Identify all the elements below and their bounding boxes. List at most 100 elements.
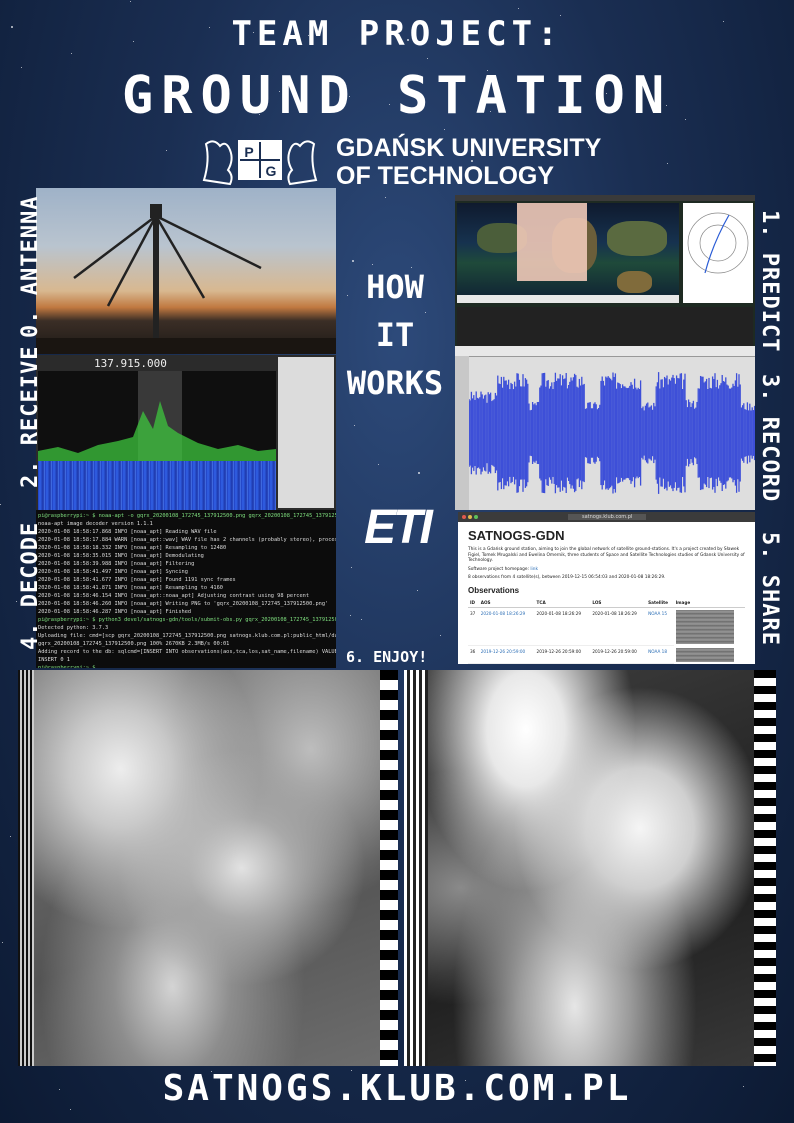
step-antenna-label: 0. ANTENNA <box>18 195 43 338</box>
star <box>385 197 386 198</box>
terminal-line: 2020-01-08 18:58:35.015 INFO [noaa_apt] … <box>38 553 204 559</box>
browser-address-bar[interactable]: satnogs.klub.com.pl <box>568 514 647 520</box>
terminal-line: 2020-01-08 18:58:41.497 INFO [noaa_apt] … <box>38 569 188 575</box>
page-title: GROUND STATION <box>121 66 673 126</box>
terminal-line: 2020-01-08 18:58:17.884 WARN [noaa_apt::… <box>38 537 336 543</box>
terminal-line: 2020-01-08 18:58:41.677 INFO [noaa_apt] … <box>38 577 236 583</box>
star <box>518 8 519 9</box>
terminal-line: pi@raspberrypi:~ $ <box>38 665 96 668</box>
logo-letter-g: G <box>266 163 277 179</box>
receive-frequency: 137.915.000 <box>94 357 167 370</box>
terminal-line: 2020-01-08 18:58:46.154 INFO [noaa_apt::… <box>38 593 310 599</box>
homepage-link[interactable]: link <box>530 567 538 572</box>
observations-heading: Observations <box>468 585 520 595</box>
terminal-line: gqrx_20200108_172745_137912500.png 100% … <box>38 641 230 647</box>
observation-cell: 2020-01-08 18:26:29 <box>534 607 591 646</box>
site-title: SATNOGS-GDN <box>468 528 565 543</box>
terminal-line: Detected python: 3.7.3 <box>38 625 109 631</box>
terminal-line: 2020-01-08 18:58:17.868 INFO [noaa_apt] … <box>38 529 217 535</box>
terminal-line: 2020-01-08 18:58:18.332 INFO [noaa_apt] … <box>38 545 227 551</box>
terminal-line: Uploading file: cmd=[scp gqrx_20200108_1… <box>38 633 336 639</box>
star <box>372 264 373 265</box>
star <box>130 1 131 2</box>
page-subtitle: TEAM PROJECT: <box>231 14 563 54</box>
university-name-line2: OF TECHNOLOGY <box>336 162 555 190</box>
step-enjoy-label: 6. ENJOY! <box>346 648 428 666</box>
observation-cell: 2019-12-26 20:59:00 <box>534 645 591 664</box>
star <box>166 150 167 151</box>
homepage-label: Software project homepage: <box>468 566 529 572</box>
how-it-works-line2: IT <box>375 316 415 354</box>
star <box>354 425 355 426</box>
satellite-image-raw <box>18 670 398 1066</box>
observation-cell: NOAA 18 <box>646 645 674 664</box>
star <box>427 58 428 59</box>
star <box>378 464 379 465</box>
star <box>361 619 362 620</box>
observation-thumbnail[interactable] <box>674 646 745 664</box>
record-screenshot <box>455 346 755 510</box>
step-receive-label: 2. RECEIVE <box>18 345 43 488</box>
logo-letter-p: P <box>244 144 253 160</box>
star <box>10 836 11 837</box>
star <box>2 942 3 943</box>
terminal-line: 2020-01-08 18:58:46.260 INFO [noaa_apt] … <box>38 601 329 607</box>
star <box>425 312 426 313</box>
homepage-line: Software project homepage: link <box>468 567 745 572</box>
predict-screenshot <box>455 195 755 355</box>
observations-column-header: LOS <box>590 597 647 608</box>
receive-screenshot: 137.915.000 <box>36 355 336 510</box>
university-name-line1: GDAŃSK UNIVERSITY <box>336 134 602 162</box>
observations-column-header: TCA <box>534 597 591 608</box>
star <box>352 260 354 262</box>
observation-cell: 36 <box>468 645 479 664</box>
observations-column-header: Image <box>673 597 745 608</box>
observation-cell: NOAA 15 <box>646 607 674 646</box>
star <box>351 567 352 568</box>
step-share-label: 5. SHARE <box>757 532 782 646</box>
terminal-output: pi@raspberrypi:~ $ noaa-apt -o gqrx_2020… <box>36 510 336 668</box>
observation-cell: 37 <box>468 607 479 646</box>
terminal-line: INSERT 0 1 <box>38 657 70 663</box>
how-it-works-line3: WORKS <box>346 364 444 402</box>
terminal-line: Adding record to the db: sqlcmd=[INSERT … <box>38 649 336 655</box>
step-record-label: 3. RECORD <box>757 374 782 503</box>
site-intro: This is a Gdańsk ground station, aiming … <box>468 547 745 563</box>
observation-cell: 2020-01-08 18:26:29 <box>590 607 647 646</box>
footer-url[interactable]: SATNOGS.KLUB.COM.PL <box>0 1068 794 1109</box>
star <box>440 635 441 636</box>
star <box>444 129 445 130</box>
observations-table: ID AOS TCA LOS Satellite Image 37 2020-01-08 1… <box>468 597 745 664</box>
observation-row[interactable]: 37 2020-01-08 18:26:29 2020-01-08 18:26:29… <box>468 607 745 646</box>
star <box>70 1109 71 1110</box>
star <box>16 601 17 602</box>
decode-terminal: pi@raspberrypi:~ $ noaa-apt -o gqrx_2020… <box>36 510 336 668</box>
eti-logo: ETI <box>364 501 433 554</box>
how-it-works-line1: HOW <box>366 268 424 306</box>
university-name: GDAŃSK UNIVERSITY OF TECHNOLOGY <box>336 134 601 190</box>
step-predict-label: 1. PREDICT <box>757 210 782 353</box>
observation-cell: 2019-12-26 20:59:00 <box>590 645 647 664</box>
star <box>350 615 351 616</box>
terminal-line: noaa-apt image decoder version 1.1.1 <box>38 521 153 527</box>
observation-row[interactable]: 36 2019-12-26 20:59:00 2019-12-26 20:59:00… <box>468 645 745 664</box>
step-decode-label: 4. DECODE <box>18 521 43 650</box>
star <box>0 504 1 505</box>
star <box>417 590 418 591</box>
observation-cell[interactable]: 2019-12-26 20:59:00 <box>478 645 535 664</box>
observation-count: 8 observations from 4 satellite(s), betw… <box>468 574 666 580</box>
terminal-line: 2020-01-08 18:58:39.988 INFO [noaa_apt] … <box>38 561 195 567</box>
observations-column-header: Satellite <box>646 597 674 608</box>
terminal-line: 2020-01-08 18:58:46.287 INFO [noaa_apt] … <box>38 609 192 615</box>
star <box>418 472 420 474</box>
observations-column-header: ID <box>468 597 479 608</box>
star <box>667 163 668 164</box>
terminal-line: pi@raspberrypi:~ $ noaa-apt -o gqrx_2020… <box>38 513 336 519</box>
observation-cell[interactable]: 2020-01-08 18:26:29 <box>478 607 535 646</box>
observation-thumbnail[interactable] <box>674 607 745 646</box>
terminal-line: pi@raspberrypi:~ $ python3 devel/satnogs… <box>38 617 336 623</box>
share-website: satnogs.klub.com.pl SATNOGS-GDN This is … <box>458 512 755 664</box>
observations-column-header: AOS <box>478 597 535 608</box>
terminal-line: 2020-01-08 18:58:41.871 INFO [noaa_apt] … <box>38 585 223 591</box>
antenna-photo <box>36 188 336 354</box>
